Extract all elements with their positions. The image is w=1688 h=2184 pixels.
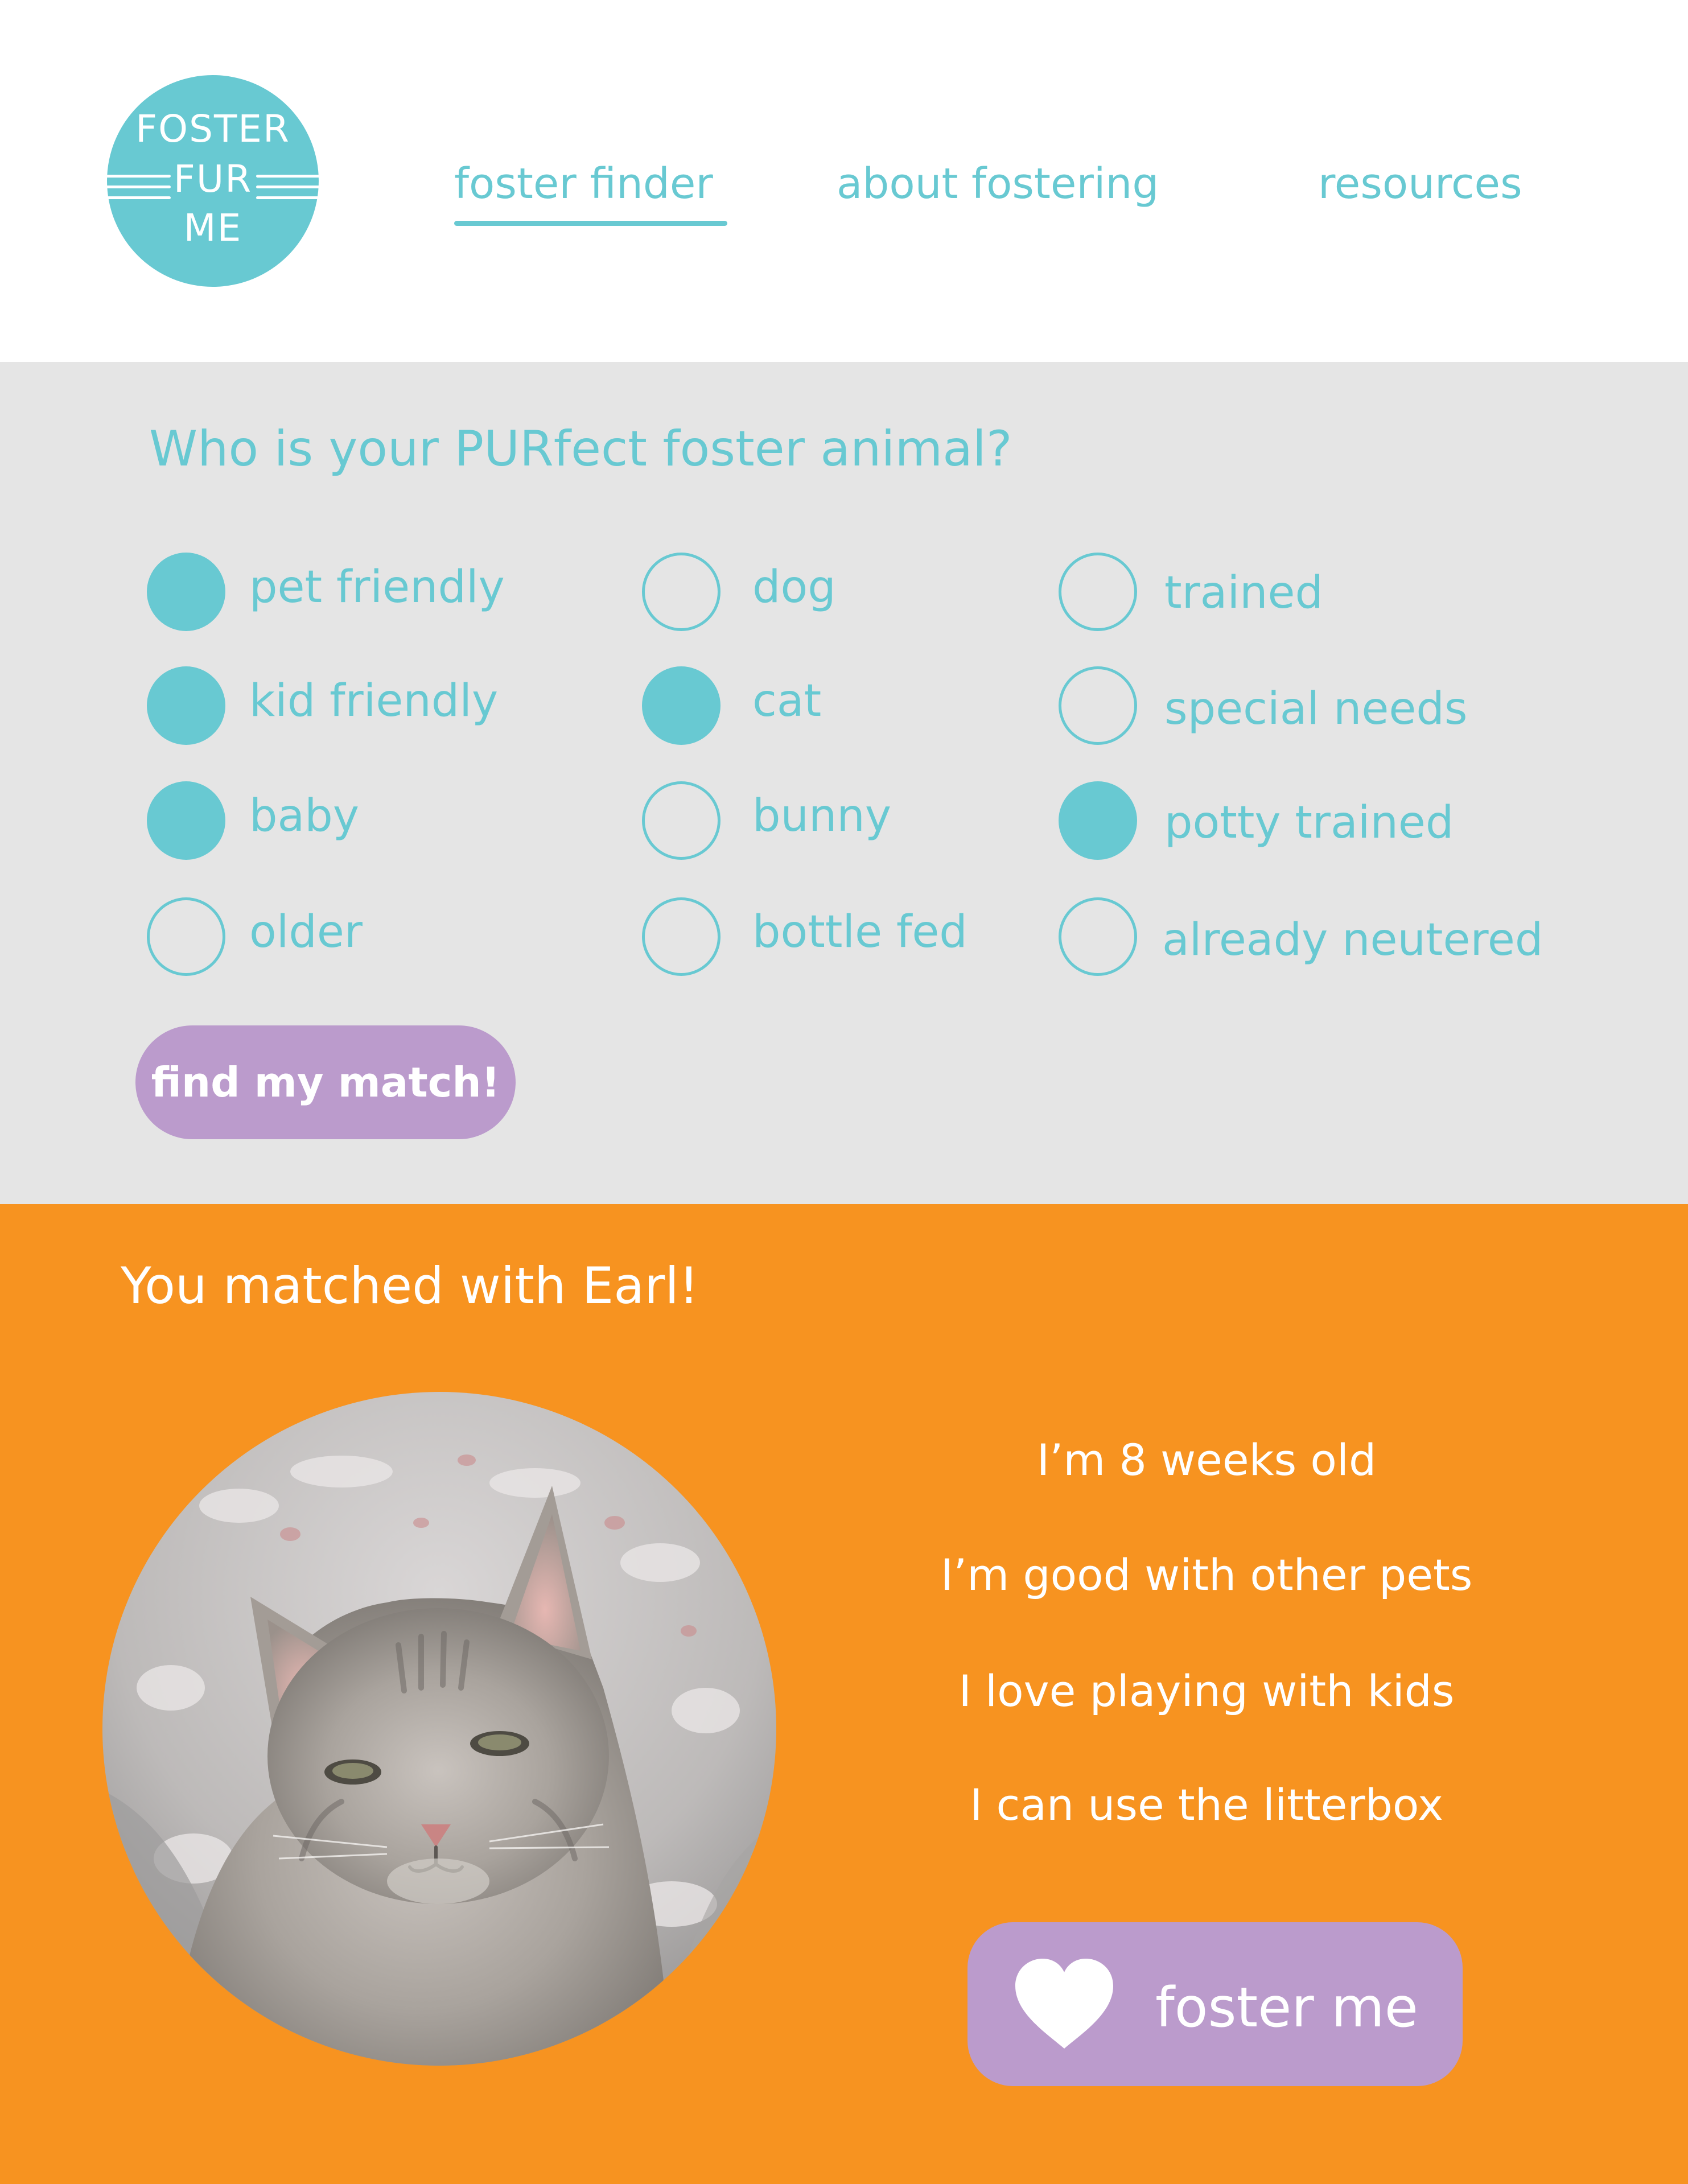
option-label-baby: baby — [249, 790, 359, 842]
kitten-photo — [102, 1392, 776, 2066]
radio-special-needs[interactable] — [1059, 666, 1137, 745]
option-pet-friendly[interactable]: pet friendly — [147, 552, 505, 632]
whisker-right-2 — [256, 186, 323, 188]
option-special-needs[interactable]: special needs — [1059, 666, 1468, 745]
whisker-right-3 — [256, 196, 323, 199]
foster-fur-me-logo[interactable]: FOSTER FUR ME — [104, 75, 323, 287]
whisker-left-3 — [104, 196, 171, 199]
option-label-bunny: bunny — [752, 790, 891, 842]
match-filter-panel: Who is your PURfect foster animal? pet f… — [0, 362, 1688, 1204]
radio-kid-friendly[interactable] — [147, 666, 225, 745]
nav-about-fostering[interactable]: about fostering — [837, 163, 1159, 205]
option-older[interactable]: older — [147, 897, 363, 976]
option-label-special-needs: special needs — [1164, 683, 1468, 735]
radio-bottle-fed[interactable] — [642, 897, 721, 976]
filter-title: Who is your PURfect foster animal? — [149, 421, 1012, 477]
trait-pets: I’m good with other pets — [940, 1550, 1473, 1600]
option-dog[interactable]: dog — [642, 552, 836, 632]
find-my-match-button[interactable]: find my match! — [135, 1025, 516, 1139]
radio-dog[interactable] — [642, 553, 721, 631]
option-label-already-neutered: already neutered — [1162, 914, 1543, 966]
option-label-dog: dog — [752, 562, 836, 613]
whisker-right-1 — [256, 175, 323, 178]
nav-resources[interactable]: resources — [1318, 163, 1522, 205]
trait-age: I’m 8 weeks old — [1036, 1435, 1377, 1485]
nav-active-underline — [454, 221, 727, 226]
trait-litterbox: I can use the litterbox — [969, 1779, 1444, 1830]
radio-potty-trained[interactable] — [1059, 781, 1137, 860]
nav-foster-finder[interactable]: foster finder — [454, 163, 713, 205]
foster-me-button[interactable]: foster me — [967, 1922, 1463, 2086]
whisker-left-2 — [104, 186, 171, 188]
radio-already-neutered[interactable] — [1059, 897, 1137, 976]
option-already-neutered[interactable]: already neutered — [1059, 897, 1543, 976]
whisker-left-1 — [104, 175, 171, 178]
radio-baby[interactable] — [147, 781, 225, 860]
trait-kids: I love playing with kids — [958, 1666, 1455, 1716]
option-cat[interactable]: cat — [642, 666, 821, 745]
heart-icon — [1015, 1959, 1113, 2049]
option-trained[interactable]: trained — [1059, 552, 1323, 632]
option-label-older: older — [249, 906, 363, 958]
radio-bunny[interactable] — [642, 781, 721, 860]
option-label-kid-friendly: kid friendly — [249, 675, 499, 727]
option-bunny[interactable]: bunny — [642, 781, 891, 860]
logo-text-line2: FUR — [173, 157, 253, 201]
option-bottle-fed[interactable]: bottle fed — [642, 897, 967, 976]
option-label-cat: cat — [752, 675, 822, 727]
option-label-pet-friendly: pet friendly — [249, 562, 505, 613]
match-result-panel: You matched with Earl! I’m 8 weeks old I… — [0, 1204, 1688, 2184]
radio-pet-friendly[interactable] — [147, 553, 225, 631]
logo-text-line1: FOSTER — [135, 107, 290, 151]
radio-cat[interactable] — [642, 666, 721, 745]
foster-me-label: foster me — [1155, 1976, 1418, 2039]
option-label-bottle-fed: bottle fed — [752, 906, 967, 958]
match-result-title: You matched with Earl! — [121, 1256, 699, 1315]
option-kid-friendly[interactable]: kid friendly — [147, 666, 498, 745]
option-potty-trained[interactable]: potty trained — [1059, 781, 1454, 860]
site-header: FOSTER FUR ME foster finder about foster… — [0, 0, 1688, 362]
logo-text-line3: ME — [183, 206, 242, 250]
radio-older[interactable] — [147, 897, 225, 976]
option-label-potty-trained: potty trained — [1164, 797, 1454, 848]
option-label-trained: trained — [1164, 567, 1324, 619]
radio-trained[interactable] — [1059, 553, 1137, 631]
option-baby[interactable]: baby — [147, 781, 359, 860]
